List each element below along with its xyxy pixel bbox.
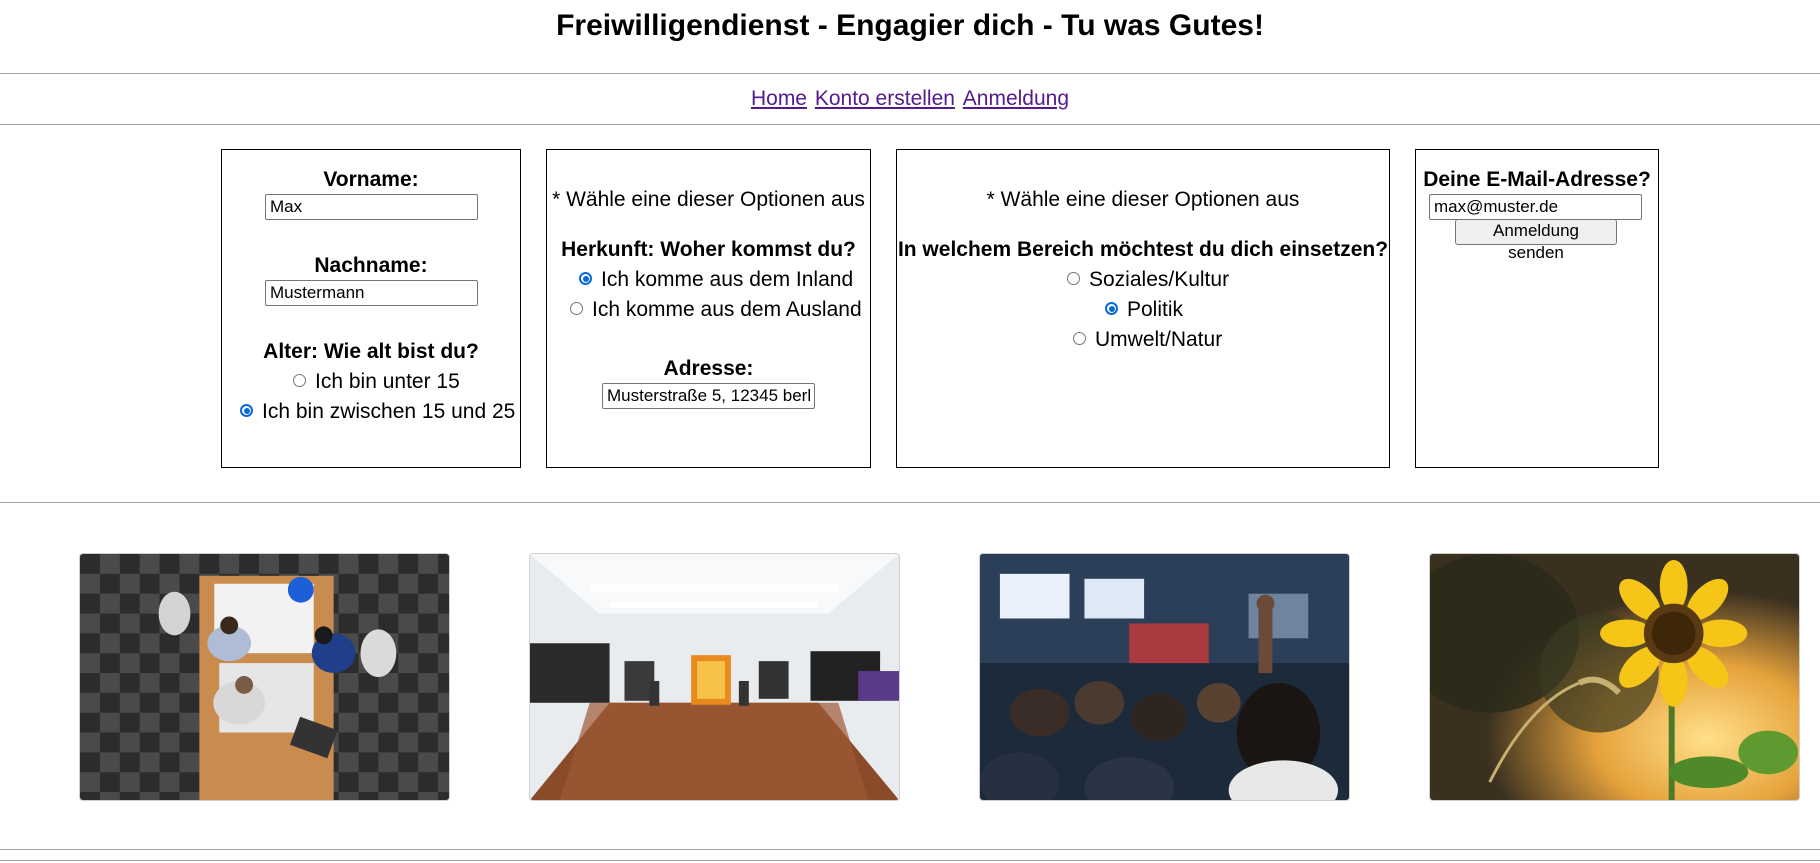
radio-button-selected[interactable] bbox=[1105, 302, 1118, 315]
divider bbox=[0, 502, 1820, 503]
age-option-label: Ich bin unter 15 bbox=[315, 370, 460, 393]
personal-data-box: Vorname: Nachname: Alter: Wie alt bist d… bbox=[221, 149, 521, 468]
lastname-label: Nachname: bbox=[314, 254, 428, 277]
art-gallery-photo bbox=[529, 553, 900, 801]
area-option-social-culture[interactable]: Soziales/Kultur bbox=[1067, 267, 1229, 293]
area-option-label: Soziales/Kultur bbox=[1089, 268, 1230, 291]
address-label: Adresse: bbox=[663, 357, 754, 380]
divider bbox=[0, 860, 1820, 861]
main-nav: Home Konto erstellen Anmeldung bbox=[0, 86, 1820, 112]
email-input[interactable] bbox=[1429, 194, 1642, 220]
area-option-politics[interactable]: Politik bbox=[1105, 297, 1183, 323]
office-meeting-photo bbox=[79, 553, 450, 801]
required-hint: * Wähle eine dieser Optionen aus bbox=[552, 188, 865, 211]
radio-button[interactable] bbox=[293, 374, 306, 387]
age-option-label: Ich bin zwischen 15 und 25 bbox=[262, 400, 516, 423]
lastname-input[interactable] bbox=[265, 280, 478, 306]
origin-label: Herkunft: Woher kommst du? bbox=[561, 238, 856, 261]
page: Freiwilligendienst - Engagier dich - Tu … bbox=[0, 0, 1820, 863]
address-input[interactable] bbox=[602, 383, 815, 409]
area-option-label: Umwelt/Natur bbox=[1095, 328, 1223, 351]
radio-button[interactable] bbox=[1067, 272, 1080, 285]
email-label: Deine E-Mail-Adresse? bbox=[1423, 168, 1651, 191]
email-box: Deine E-Mail-Adresse? Anmeldung senden bbox=[1415, 149, 1659, 468]
conference-audience-photo bbox=[979, 553, 1350, 801]
divider bbox=[0, 849, 1820, 850]
radio-button-selected[interactable] bbox=[579, 272, 592, 285]
origin-box: * Wähle eine dieser Optionen aus Herkunf… bbox=[546, 149, 871, 468]
nav-link-registration[interactable]: Anmeldung bbox=[963, 87, 1069, 110]
origin-option-domestic[interactable]: Ich komme aus dem Inland bbox=[579, 267, 853, 293]
divider bbox=[0, 124, 1820, 125]
divider bbox=[0, 73, 1820, 74]
origin-option-label: Ich komme aus dem Inland bbox=[601, 268, 854, 291]
firstname-label: Vorname: bbox=[323, 168, 419, 191]
area-box: * Wähle eine dieser Optionen aus In welc… bbox=[896, 149, 1390, 468]
radio-button-selected[interactable] bbox=[240, 404, 253, 417]
origin-option-label: Ich komme aus dem Ausland bbox=[592, 298, 862, 321]
firstname-input[interactable] bbox=[265, 194, 478, 220]
age-option-under-15[interactable]: Ich bin unter 15 bbox=[293, 369, 460, 395]
sunflower-photo bbox=[1429, 553, 1800, 801]
area-label: In welchem Bereich möchtest du dich eins… bbox=[897, 238, 1389, 261]
area-option-label: Politik bbox=[1127, 298, 1184, 321]
area-option-environment[interactable]: Umwelt/Natur bbox=[1073, 327, 1222, 353]
age-option-15-25[interactable]: Ich bin zwischen 15 und 25 bbox=[240, 399, 515, 425]
page-title: Freiwilligendienst - Engagier dich - Tu … bbox=[556, 9, 1264, 42]
nav-link-create-account[interactable]: Konto erstellen bbox=[815, 87, 955, 110]
submit-registration-button[interactable]: Anmeldung senden bbox=[1455, 219, 1617, 262]
required-hint: * Wähle eine dieser Optionen aus bbox=[986, 188, 1300, 211]
radio-button[interactable] bbox=[1073, 332, 1086, 345]
nav-link-home[interactable]: Home bbox=[751, 87, 807, 110]
origin-option-abroad[interactable]: Ich komme aus dem Ausland bbox=[570, 297, 862, 323]
radio-button[interactable] bbox=[570, 302, 583, 315]
age-label: Alter: Wie alt bist du? bbox=[263, 340, 479, 363]
